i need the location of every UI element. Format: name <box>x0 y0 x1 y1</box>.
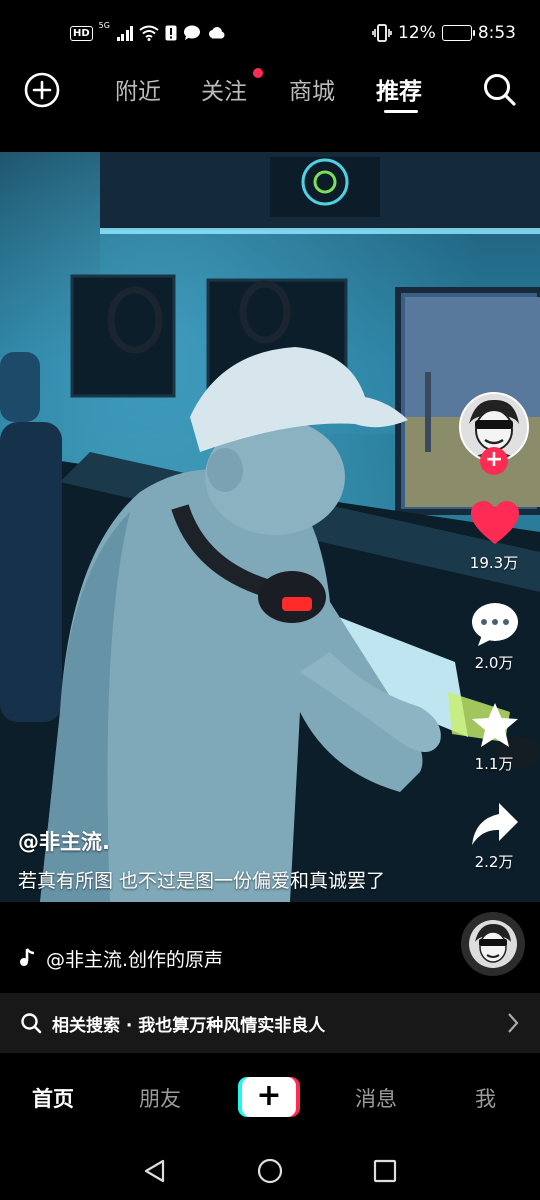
notification-dot <box>253 68 263 78</box>
message-icon <box>184 25 201 40</box>
wifi-icon <box>139 25 160 41</box>
tab-nearby[interactable]: 附近 <box>115 72 161 106</box>
alert-icon <box>165 25 177 41</box>
tab-mall[interactable]: 商城 <box>289 72 335 106</box>
signal-icon <box>116 25 134 41</box>
search-icon <box>21 1013 42 1034</box>
video-player[interactable] <box>0 152 540 902</box>
create-button[interactable]: + <box>238 1077 300 1117</box>
add-circle-icon[interactable] <box>24 72 60 108</box>
battery-percent: 12% <box>398 23 436 43</box>
status-left: HD 5G <box>70 22 225 44</box>
nav-messages[interactable]: 消息 <box>355 1083 397 1113</box>
home-circle-icon[interactable] <box>256 1157 284 1185</box>
related-search-bar[interactable]: 相关搜索 · 我也算万种风情实非良人 <box>0 993 540 1053</box>
nav-me[interactable]: 我 <box>475 1083 496 1113</box>
vibrate-icon <box>372 24 392 42</box>
comment-icon[interactable] <box>470 601 520 647</box>
music-note-icon <box>20 948 35 966</box>
tab-following[interactable]: 关注 <box>201 72 247 106</box>
related-search-text: 相关搜索 · 我也算万种风情实非良人 <box>52 1015 326 1036</box>
cloud-icon <box>209 27 225 39</box>
favorite-count: 1.1万 <box>474 755 514 773</box>
nav-home[interactable]: 首页 <box>32 1083 74 1113</box>
status-bar: HD 5G 12% 8:53 <box>0 0 540 64</box>
music-disc[interactable] <box>461 912 525 976</box>
share-icon[interactable] <box>470 801 520 847</box>
author-name[interactable]: @非主流. <box>18 826 110 856</box>
battery-icon <box>441 25 475 41</box>
heart-icon[interactable] <box>470 500 520 546</box>
network-type: 5G <box>98 21 110 30</box>
video-frame <box>0 152 540 902</box>
video-caption: 若真有所图 也不过是图一份偏爱和真诚罢了 <box>18 870 386 892</box>
status-right: 12% 8:53 <box>372 20 516 46</box>
active-tab-indicator <box>384 110 418 113</box>
chevron-right-icon <box>508 1013 519 1033</box>
clock: 8:53 <box>477 23 516 43</box>
star-icon[interactable] <box>470 702 520 748</box>
music-info[interactable]: @非主流.创作的原声 <box>18 943 223 973</box>
follow-button[interactable]: + <box>480 447 508 475</box>
hd-badge: HD <box>70 25 93 41</box>
back-triangle-icon[interactable] <box>141 1157 169 1185</box>
music-title: @非主流.创作的原声 <box>46 948 224 971</box>
share-count: 2.2万 <box>474 853 514 871</box>
tab-recommend[interactable]: 推荐 <box>376 72 422 106</box>
system-nav-bar <box>0 1139 540 1200</box>
top-nav: 附近 关注 商城 推荐 <box>0 64 540 120</box>
search-icon[interactable] <box>480 70 520 110</box>
create-plus-icon: + <box>242 1077 296 1117</box>
bottom-nav: 首页 朋友 + 消息 我 <box>0 1053 540 1139</box>
recents-square-icon[interactable] <box>371 1157 399 1185</box>
music-disc-image <box>469 920 517 968</box>
comment-count: 2.0万 <box>474 654 514 672</box>
like-count: 19.3万 <box>469 554 519 572</box>
nav-friends[interactable]: 朋友 <box>139 1083 181 1113</box>
